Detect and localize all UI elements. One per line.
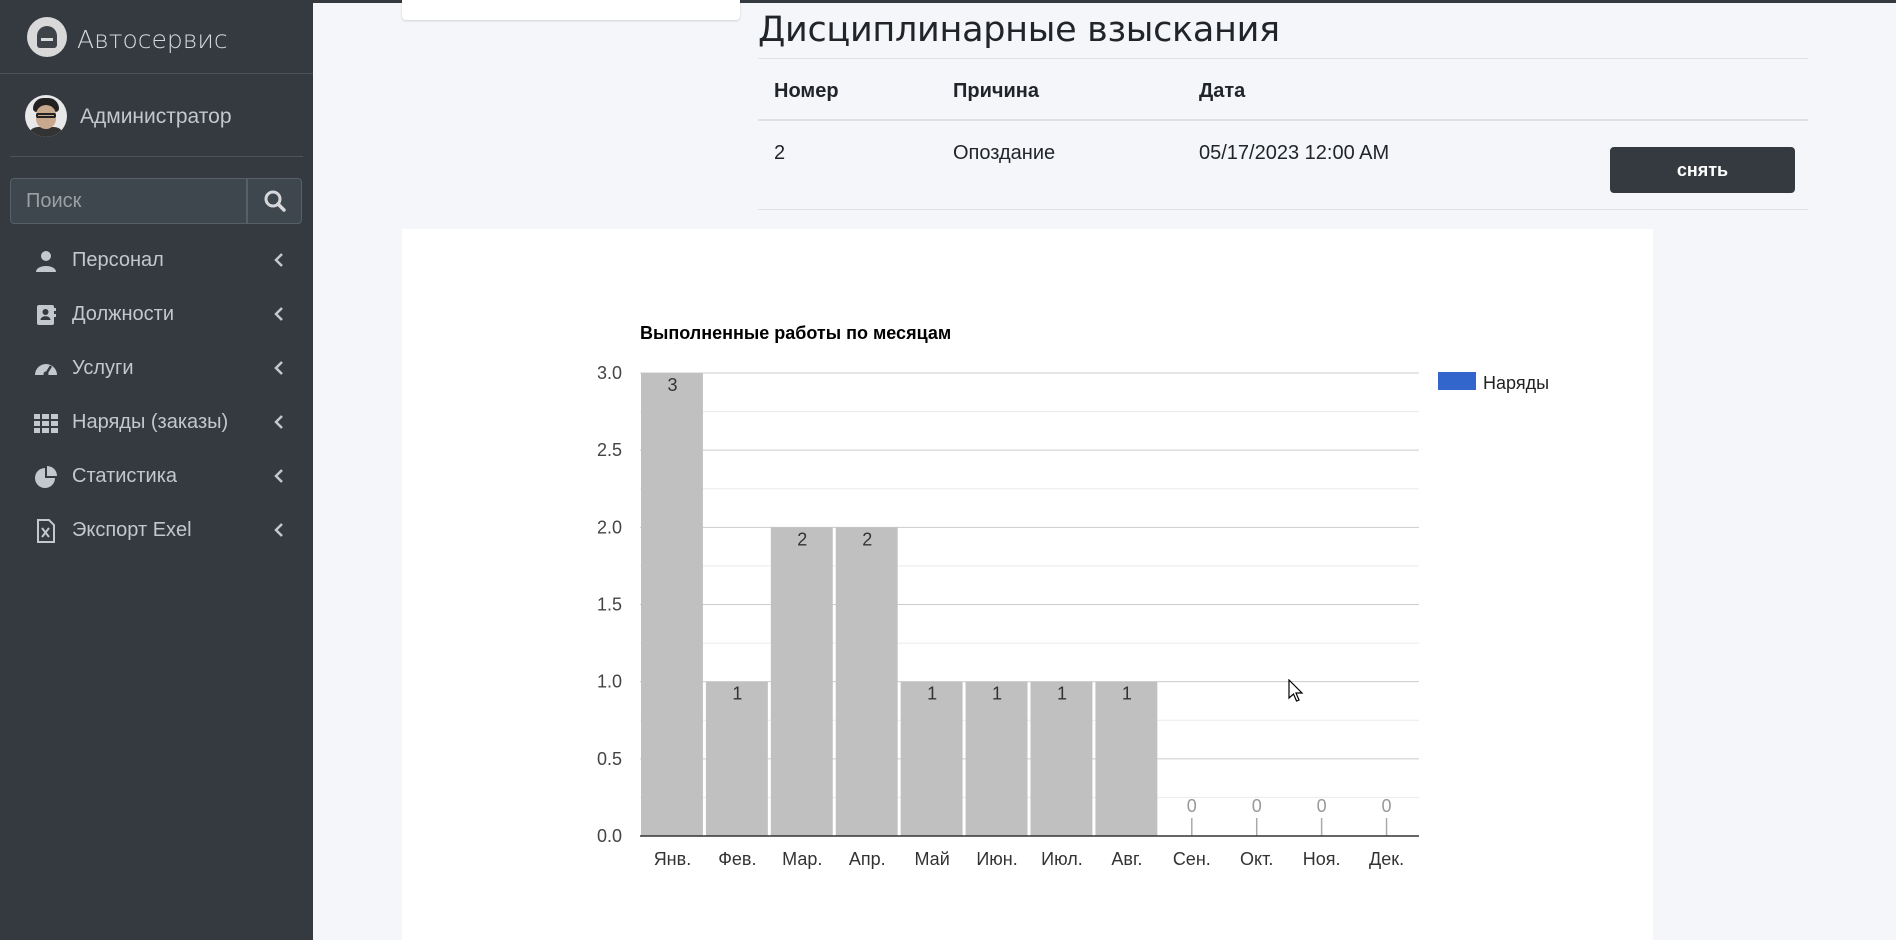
search-icon — [264, 190, 286, 212]
y-tick-label: 1.0 — [597, 672, 622, 692]
x-tick-label: Авг. — [1111, 849, 1142, 869]
sidebar-item-personnel[interactable]: Персонал — [10, 234, 303, 288]
avatar — [25, 95, 67, 137]
remove-penalty-button[interactable]: снять — [1610, 147, 1795, 193]
user-name[interactable]: Администратор — [80, 105, 232, 129]
bar-5 — [900, 681, 963, 836]
search-button[interactable] — [247, 178, 302, 224]
tachometer-icon — [35, 364, 57, 377]
y-tick-label: 2.0 — [597, 517, 622, 537]
bar-data-label: 3 — [667, 375, 677, 395]
bar-data-label: 2 — [862, 529, 872, 549]
bar-data-label: 1 — [992, 684, 1002, 704]
brand-link[interactable]: Автосервис — [0, 0, 313, 74]
legend-label: Наряды — [1483, 373, 1549, 393]
sidebar-item-label: Персонал — [72, 249, 164, 271]
sidebar-item-label: Наряды (заказы) — [72, 411, 229, 433]
x-tick-label: Янв. — [654, 849, 692, 869]
id-card-icon — [37, 305, 56, 325]
user-icon — [36, 251, 56, 272]
sidebar-item-export-excel[interactable]: Экспорт Exel — [10, 504, 303, 558]
bar-8 — [1095, 681, 1158, 836]
bar-7 — [1030, 681, 1093, 836]
y-tick-label: 0.0 — [597, 826, 622, 846]
chevron-left-icon — [274, 253, 283, 267]
column-header-number: Номер — [774, 80, 839, 102]
chart-card: Выполненные работы по месяцам 0.0 0.5 1.0 1.… — [402, 229, 1653, 940]
column-header-reason: Причина — [953, 80, 1039, 102]
x-tick-label: Окт. — [1240, 849, 1273, 869]
mouse-cursor-icon — [1288, 679, 1304, 702]
bar-2 — [705, 681, 768, 836]
table-header-border — [758, 119, 1808, 121]
sidebar-item-services[interactable]: Услуги — [10, 342, 303, 396]
chevron-left-icon — [274, 361, 283, 375]
column-header-date: Дата — [1199, 80, 1246, 102]
sidebar-item-positions[interactable]: Должности — [10, 288, 303, 342]
pie-chart-icon — [35, 466, 57, 488]
bar-data-label: 0 — [1252, 796, 1262, 816]
bar-data-label: 0 — [1187, 796, 1197, 816]
x-tick-label: Апр. — [849, 849, 886, 869]
sidebar-search — [10, 178, 302, 224]
sidebar-item-label: Экспорт Exel — [72, 519, 192, 541]
x-tick-label: Ноя. — [1303, 849, 1341, 869]
x-tick-label: Мар. — [782, 849, 822, 869]
bar-data-label: 0 — [1382, 796, 1392, 816]
user-panel[interactable]: Администратор — [10, 73, 303, 157]
cell-reason: Опоздание — [953, 142, 1056, 164]
y-tick-label: 1.5 — [597, 595, 622, 615]
search-input[interactable] — [10, 178, 247, 224]
table-row-border — [758, 209, 1808, 210]
bar-data-label: 1 — [732, 684, 742, 704]
sidebar-item-label: Статистика — [72, 465, 178, 487]
monthly-works-chart: Выполненные работы по месяцам 0.0 0.5 1.0 1.… — [597, 323, 1549, 869]
x-tick-label: Июл. — [1041, 849, 1083, 869]
cell-number: 2 — [774, 142, 786, 164]
chart-title: Выполненные работы по месяцам — [640, 323, 951, 343]
x-tick-label: Июн. — [976, 849, 1017, 869]
bar-data-label: 2 — [797, 529, 807, 549]
bar-data-label: 1 — [1057, 684, 1067, 704]
chevron-left-icon — [274, 415, 283, 429]
bar-data-label: 1 — [927, 684, 937, 704]
profile-card-edge — [402, 0, 740, 20]
chevron-left-icon — [274, 307, 283, 321]
x-tick-label: Фев. — [718, 849, 756, 869]
legend-swatch — [1438, 372, 1476, 390]
chevron-left-icon — [274, 523, 283, 537]
sidebar-item-label: Услуги — [72, 357, 134, 379]
bar-4 — [835, 527, 898, 836]
y-tick-label: 2.5 — [597, 440, 622, 460]
table-top-border — [758, 58, 1808, 59]
y-tick-label: 0.5 — [597, 749, 622, 769]
x-tick-label: Сен. — [1173, 849, 1211, 869]
chevron-left-icon — [274, 469, 283, 483]
y-tick-label: 3.0 — [597, 363, 622, 383]
bar-data-label: 0 — [1317, 796, 1327, 816]
sidebar-item-orders[interactable]: Наряды (заказы) — [10, 396, 303, 450]
bar-6 — [965, 681, 1028, 836]
cell-date: 05/17/2023 12:00 AM — [1199, 142, 1390, 164]
sidebar-nav: Персонал Должности Услуги Наряды (заказы… — [10, 234, 303, 558]
sidebar-item-label: Должности — [72, 303, 175, 325]
grid-icon — [34, 414, 58, 433]
x-tick-label: Дек. — [1369, 849, 1404, 869]
bar-data-label: 1 — [1122, 684, 1132, 704]
bar-3 — [770, 527, 833, 836]
sidebar-item-statistics[interactable]: Статистика — [10, 450, 303, 504]
sidebar: Автосервис Администратор Персонал — [0, 0, 313, 940]
x-tick-label: Май — [914, 849, 949, 869]
bar-1 — [641, 373, 703, 836]
brand-logo-icon — [27, 17, 67, 57]
discipline-title: Дисциплинарные взыскания — [758, 10, 1280, 50]
excel-file-icon — [37, 519, 55, 543]
brand-name: Автосервис — [77, 25, 228, 54]
